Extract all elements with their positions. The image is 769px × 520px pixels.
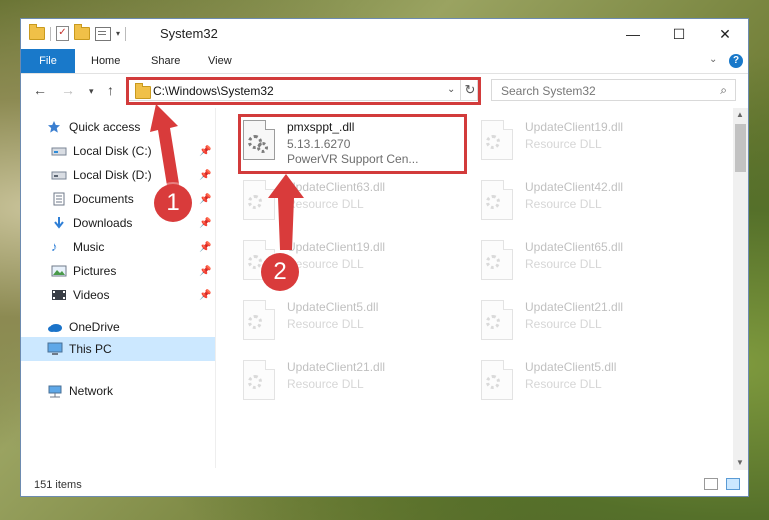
dll-file-icon — [243, 300, 275, 340]
sidebar-item-label: Network — [69, 384, 114, 398]
pin-icon[interactable]: 📌 — [199, 218, 211, 229]
vertical-scrollbar[interactable]: ▲ ▼ — [733, 108, 748, 470]
pin-icon[interactable]: 📌 — [199, 194, 211, 205]
sidebar-item-label: Documents — [73, 192, 134, 206]
minimize-button[interactable]: — — [610, 19, 656, 49]
sidebar-item-label: Downloads — [73, 216, 133, 230]
list-item[interactable]: UpdateClient5.dll Resource DLL — [473, 354, 703, 408]
list-item[interactable]: UpdateClient21.dll Resource DLL — [235, 354, 465, 408]
file-name: UpdateClient65.dll — [525, 240, 624, 254]
maximize-button[interactable]: ☐ — [656, 19, 702, 49]
folder-icon — [29, 24, 45, 40]
tab-file[interactable]: File — [21, 49, 75, 73]
tab-share[interactable]: Share — [151, 49, 180, 73]
highlight-file-item — [238, 114, 467, 174]
list-item[interactable]: UpdateClient19.dll Resource DLL — [473, 114, 703, 168]
status-bar: 151 items — [21, 474, 748, 496]
file-name: UpdateClient21.dll — [287, 360, 386, 374]
list-item[interactable]: UpdateClient21.dll Resource DLL — [473, 294, 703, 348]
sidebar-item-label: Pictures — [73, 264, 117, 278]
pictures-icon — [51, 264, 67, 278]
file-name: UpdateClient21.dll — [525, 300, 624, 314]
sidebar-item-pictures[interactable]: Pictures 📌 — [21, 260, 215, 282]
details-view-icon[interactable] — [704, 478, 718, 490]
properties-check-icon[interactable]: ✓ — [56, 26, 69, 41]
file-name: UpdateClient5.dll — [287, 300, 379, 314]
music-icon: ♪ — [51, 239, 58, 254]
file-type: Resource DLL — [525, 377, 602, 391]
file-name: UpdateClient5.dll — [525, 360, 617, 374]
file-name: UpdateClient19.dll — [525, 120, 624, 134]
computer-icon — [47, 342, 63, 356]
expand-ribbon-icon[interactable]: ⌄ — [709, 54, 717, 65]
quick-access-toolbar: ✓ ▾ — [29, 24, 127, 41]
videos-icon — [51, 288, 67, 302]
step-badge-1: 1 — [154, 184, 192, 222]
sidebar-item-network[interactable]: Network — [21, 380, 215, 402]
recent-locations-icon[interactable]: ▾ — [89, 86, 94, 97]
drive-icon — [51, 144, 67, 158]
up-arrow-icon[interactable]: ↑ — [107, 82, 114, 98]
ribbon: File Home Share View ⌄ ? — [21, 49, 748, 74]
pin-icon[interactable]: 📌 — [199, 170, 211, 181]
sidebar-item-label: OneDrive — [69, 320, 120, 334]
divider — [50, 26, 51, 41]
large-icons-view-icon[interactable] — [726, 478, 740, 490]
file-type: Resource DLL — [525, 197, 602, 211]
window-title: System32 — [160, 26, 218, 41]
search-placeholder: Search System32 — [501, 84, 596, 98]
step-badge-2: 2 — [261, 253, 299, 291]
divider — [125, 26, 127, 41]
help-icon[interactable]: ? — [729, 54, 743, 68]
drive-icon — [51, 168, 67, 182]
file-type: Resource DLL — [525, 317, 602, 331]
sidebar-item-label: This PC — [69, 342, 112, 356]
cloud-icon — [47, 320, 63, 334]
new-folder-icon[interactable] — [74, 24, 90, 40]
scroll-up-icon[interactable]: ▲ — [736, 110, 744, 119]
sidebar-item-music[interactable]: ♪ Music 📌 — [21, 236, 215, 258]
sidebar-item-label: Videos — [73, 288, 110, 302]
title-bar: ✓ ▾ System32 — ☐ ✕ — [21, 19, 748, 49]
file-type: Resource DLL — [525, 137, 602, 151]
tab-home[interactable]: Home — [91, 49, 120, 73]
dll-file-icon — [481, 360, 513, 400]
list-item[interactable]: UpdateClient65.dll Resource DLL — [473, 234, 703, 288]
file-type: Resource DLL — [287, 317, 364, 331]
customize-dropdown-icon[interactable]: ▾ — [116, 29, 120, 38]
file-name: UpdateClient42.dll — [525, 180, 624, 194]
sidebar-item-onedrive[interactable]: OneDrive — [21, 316, 215, 338]
file-type: Resource DLL — [525, 257, 602, 271]
sidebar-item-this-pc[interactable]: This PC — [21, 337, 215, 361]
pin-icon[interactable]: 📌 — [199, 146, 211, 157]
search-input[interactable]: Search System32 ⌕ — [491, 79, 736, 101]
pin-icon[interactable]: 📌 — [199, 266, 211, 277]
dll-file-icon — [481, 180, 513, 220]
item-count: 151 items — [34, 479, 82, 491]
pin-icon[interactable]: 📌 — [199, 242, 211, 253]
sidebar-item-label: Music — [73, 240, 105, 254]
dll-file-icon — [243, 360, 275, 400]
dll-file-icon — [481, 300, 513, 340]
properties-icon[interactable] — [95, 26, 111, 41]
file-type: Resource DLL — [287, 377, 364, 391]
sidebar-item-label: Quick access — [69, 120, 141, 134]
list-item[interactable]: UpdateClient42.dll Resource DLL — [473, 174, 703, 228]
close-button[interactable]: ✕ — [702, 19, 748, 49]
sidebar-item-videos[interactable]: Videos 📌 — [21, 284, 215, 306]
list-item[interactable]: UpdateClient5.dll Resource DLL — [235, 294, 465, 348]
star-icon — [47, 120, 63, 134]
scroll-thumb[interactable] — [735, 124, 746, 172]
back-arrow-icon[interactable]: ← — [33, 82, 47, 98]
scroll-down-icon[interactable]: ▼ — [736, 458, 744, 467]
pin-icon[interactable]: 📌 — [199, 290, 211, 301]
forward-arrow-icon[interactable]: → — [61, 82, 75, 98]
search-icon[interactable]: ⌕ — [720, 83, 727, 98]
dll-file-icon — [481, 120, 513, 160]
network-icon — [47, 384, 63, 398]
documents-icon — [51, 192, 67, 206]
tab-view[interactable]: View — [208, 49, 232, 73]
download-icon — [51, 216, 67, 230]
dll-file-icon — [481, 240, 513, 280]
